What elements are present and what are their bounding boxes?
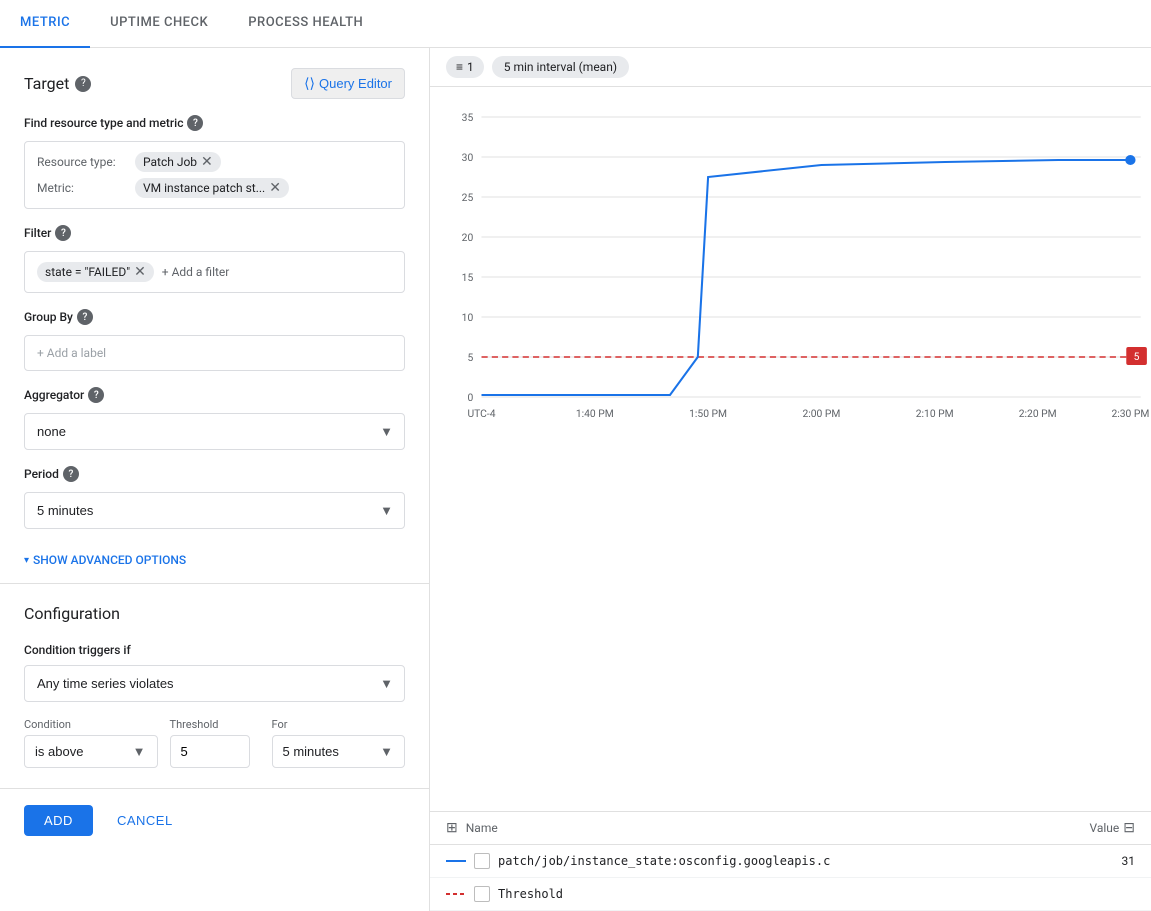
period-select-row: 1 minute 5 minutes 10 minutes 15 minutes…: [24, 492, 405, 529]
resource-metric-container: Resource type: Patch Job ✕ Metric: VM in…: [24, 141, 405, 209]
condition-triggers-select-row: Any time series violates All time series…: [24, 665, 405, 702]
filter-help-icon[interactable]: ?: [55, 225, 71, 241]
filter-count-chip[interactable]: ≡ 1: [446, 56, 484, 78]
chevron-down-icon: ▾: [24, 555, 29, 566]
threshold-row-checkbox[interactable]: [474, 886, 490, 902]
filter-remove[interactable]: ✕: [134, 265, 146, 279]
metric-label: Metric:: [37, 181, 127, 195]
condition-select-row: is above is below is absent ▼: [24, 735, 158, 768]
columns-icon: ⊟: [1123, 820, 1135, 836]
configuration-title: Configuration: [24, 604, 405, 623]
condition-select[interactable]: is above is below is absent: [24, 735, 158, 768]
for-select[interactable]: 1 minute 5 minutes 10 minutes 15 minutes: [272, 735, 406, 768]
svg-text:5: 5: [1134, 352, 1140, 363]
line-endpoint: [1125, 155, 1135, 165]
svg-text:2:30 PM: 2:30 PM: [1111, 409, 1149, 420]
svg-text:2:10 PM: 2:10 PM: [916, 409, 954, 420]
resource-type-chip[interactable]: Patch Job ✕: [135, 152, 221, 172]
aggregator-help-icon[interactable]: ?: [88, 387, 104, 403]
code-icon: ⟨⟩: [304, 75, 315, 92]
tab-metric[interactable]: METRIC: [0, 0, 90, 48]
group-by-title: Group By ?: [24, 309, 405, 325]
tab-process-health[interactable]: PROCESS HEALTH: [228, 0, 383, 48]
condition-field: Condition is above is below is absent ▼: [24, 718, 158, 768]
threshold-field-label: Threshold: [170, 718, 260, 731]
svg-text:2:20 PM: 2:20 PM: [1019, 409, 1057, 420]
svg-text:1:40 PM: 1:40 PM: [576, 409, 614, 420]
aggregator-title: Aggregator ?: [24, 387, 405, 403]
chart-header: ≡ 1 5 min interval (mean): [430, 48, 1151, 87]
filter-container: state = "FAILED" ✕ + Add a filter: [24, 251, 405, 293]
cancel-button[interactable]: CANCEL: [105, 805, 185, 836]
blue-line-indicator: [446, 860, 466, 862]
chart-area: 35 30 25 20 15 10 5 0 UTC-4 1:40 PM 1:50…: [430, 87, 1151, 811]
metric-chip[interactable]: VM instance patch st... ✕: [135, 178, 289, 198]
query-editor-button[interactable]: ⟨⟩ Query Editor: [291, 68, 405, 99]
condition-triggers-select[interactable]: Any time series violates All time series…: [24, 665, 405, 702]
svg-text:30: 30: [462, 153, 474, 164]
period-title: Period ?: [24, 466, 405, 482]
resource-type-label: Resource type:: [37, 155, 127, 169]
for-select-row: 1 minute 5 minutes 10 minutes 15 minutes…: [272, 735, 406, 768]
configuration-section: Configuration Condition triggers if Any …: [0, 583, 429, 788]
metric-remove[interactable]: ✕: [269, 181, 281, 195]
svg-text:UTC-4: UTC-4: [468, 409, 496, 420]
filter-icon: ≡: [456, 60, 463, 74]
legend-table: ⊞ Name Value ⊟ patch/job/instance_state:…: [430, 811, 1151, 911]
target-title: Target ?: [24, 74, 91, 93]
legend-header: ⊞ Name Value ⊟: [430, 812, 1151, 845]
chart-svg: 35 30 25 20 15 10 5 0 UTC-4 1:40 PM 1:50…: [430, 97, 1151, 437]
svg-text:15: 15: [462, 273, 474, 284]
legend-row-data[interactable]: patch/job/instance_state:osconfig.google…: [430, 845, 1151, 878]
filter-chip[interactable]: state = "FAILED" ✕: [37, 262, 154, 282]
period-help-icon[interactable]: ?: [63, 466, 79, 482]
svg-text:35: 35: [462, 113, 474, 124]
svg-text:5: 5: [467, 353, 473, 364]
tab-uptime-check[interactable]: UPTIME CHECK: [90, 0, 228, 48]
grid-icon: ⊞: [446, 820, 458, 836]
legend-row-threshold[interactable]: Threshold: [430, 878, 1151, 911]
interval-chip[interactable]: 5 min interval (mean): [492, 56, 629, 78]
data-row-checkbox[interactable]: [474, 853, 490, 869]
red-dash-indicator: [446, 892, 466, 896]
find-resource-title: Find resource type and metric ?: [24, 115, 405, 131]
condition-row: Condition is above is below is absent ▼ …: [24, 718, 405, 768]
find-resource-help-icon[interactable]: ?: [187, 115, 203, 131]
for-field-label: For: [272, 718, 406, 731]
group-by-help-icon[interactable]: ?: [77, 309, 93, 325]
svg-text:10: 10: [462, 313, 474, 324]
svg-text:20: 20: [462, 233, 474, 244]
target-help-icon[interactable]: ?: [75, 76, 91, 92]
resource-type-remove[interactable]: ✕: [201, 155, 213, 169]
threshold-input[interactable]: [170, 735, 250, 768]
filter-title: Filter ?: [24, 225, 405, 241]
aggregator-select-row: none mean sum min max ▼: [24, 413, 405, 450]
threshold-row-name: Threshold: [498, 887, 1055, 901]
group-by-input[interactable]: + Add a label: [24, 335, 405, 371]
bottom-bar: ADD CANCEL: [0, 788, 429, 852]
svg-text:0: 0: [467, 393, 473, 404]
svg-text:2:00 PM: 2:00 PM: [802, 409, 840, 420]
aggregator-select[interactable]: none mean sum min max: [24, 413, 405, 450]
add-filter-button[interactable]: + Add a filter: [162, 265, 230, 279]
show-advanced-button[interactable]: ▾ SHOW ADVANCED OPTIONS: [24, 545, 405, 575]
svg-text:1:50 PM: 1:50 PM: [689, 409, 727, 420]
add-button[interactable]: ADD: [24, 805, 93, 836]
svg-text:25: 25: [462, 193, 474, 204]
condition-triggers-label: Condition triggers if: [24, 643, 405, 657]
condition-field-label: Condition: [24, 718, 158, 731]
threshold-field: Threshold: [170, 718, 260, 768]
data-row-value: 31: [1055, 854, 1135, 868]
period-select[interactable]: 1 minute 5 minutes 10 minutes 15 minutes…: [24, 492, 405, 529]
for-field: For 1 minute 5 minutes 10 minutes 15 min…: [272, 718, 406, 768]
data-row-name: patch/job/instance_state:osconfig.google…: [498, 854, 1055, 868]
